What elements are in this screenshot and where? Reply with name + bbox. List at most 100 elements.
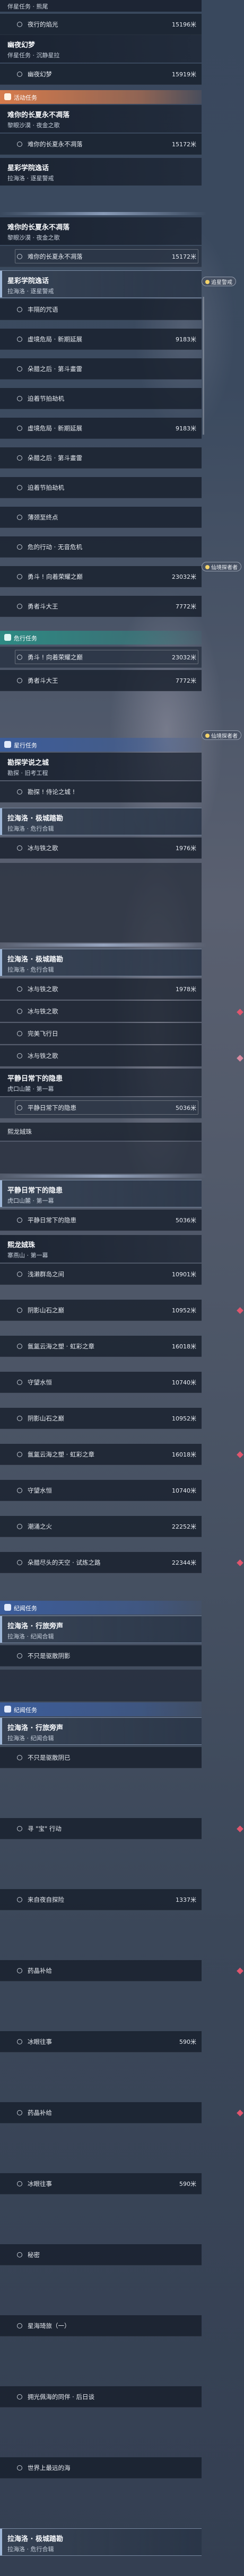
quest-title: 难你的长夏永不凋落: [7, 224, 70, 232]
subquest-label: 虚境危局 · 新期延展: [28, 336, 82, 343]
subquest-label: 勇斗 ! 向着荣耀之巅: [28, 573, 83, 580]
subquest-label: 平静日常下的隐患: [28, 1216, 76, 1224]
distance-label: 10740米: [172, 1379, 196, 1386]
subquest-label: 药晶补给: [28, 2109, 52, 2116]
quest-title-item[interactable]: 熙龙娀珠 寨燕山 · 第一幕: [0, 1235, 202, 1263]
subquest-row[interactable]: 冰与铁之歌: [0, 1045, 202, 1066]
quest-title-item-selected[interactable]: 拉海洛 · 极城踏勘 拉海洛 · 危行合辑: [0, 808, 202, 835]
subquest-row[interactable]: 浅濑群岛之间 10901米: [0, 1264, 202, 1285]
subquest-row[interactable]: 不只是驱散阴影: [0, 1645, 202, 1666]
track-chip[interactable]: 仙境探者者: [202, 730, 241, 740]
collapsed-quest-label: 熙龙娀珠: [7, 1128, 32, 1135]
subquest-row[interactable]: 冰眼往事 590米: [0, 2031, 202, 2052]
subquest-row[interactable]: 药晶补给: [0, 1960, 202, 1981]
subquest-row[interactable]: 完美飞行日: [0, 1023, 202, 1044]
circle-icon: [17, 1009, 22, 1014]
circle-icon: [17, 455, 22, 461]
subquest-row[interactable]: 平静日常下的隐患 5036米: [0, 1210, 202, 1231]
subquest-row[interactable]: 冰与铁之歌: [0, 1001, 202, 1022]
subquest-row-tracked[interactable]: 平静日常下的隐患 5036米: [0, 1097, 202, 1118]
subquest-row[interactable]: 勘探 ! 侍论之城 !: [0, 781, 202, 802]
subquest-row[interactable]: 虚境危局 · 新期延展 9183米: [0, 418, 202, 439]
circle-icon: [17, 1968, 22, 1973]
distance-label: 5036米: [176, 1217, 196, 1224]
subquest-row[interactable]: 朵腊尽头的天空 · 试炼之路 22344米: [0, 1552, 202, 1573]
header-label: 纪闻任务: [14, 1605, 37, 1612]
subquest-row[interactable]: 虚境危局 · 新期延展 9183米: [0, 329, 202, 350]
subquest-row[interactable]: 药晶补给: [0, 2102, 202, 2123]
subquest-label: 完美飞行日: [28, 1030, 58, 1037]
subquest-row[interactable]: 夜行的焰光 15196米: [0, 14, 202, 35]
quest-title-item-selected[interactable]: 星彩学院逸话 拉海洛 · 逐星警戒: [0, 270, 202, 298]
subquest-row[interactable]: 氤氲云海之塑 · 虹彩之章 16018米: [0, 1444, 202, 1465]
marker-diamond-icon: [237, 1451, 243, 1458]
circle-icon: [17, 1344, 22, 1349]
subquest-row[interactable]: 薄颈至终点: [0, 507, 202, 528]
activity-icon: [4, 93, 11, 100]
subquest-row[interactable]: 阴影山石之巅 10952米: [0, 1300, 202, 1321]
subquest-row[interactable]: 勇斗 ! 向着荣耀之巅 23032米: [0, 647, 202, 668]
subquest-row[interactable]: 冰眼往事 590米: [0, 2173, 202, 2194]
quest-title-item-selected[interactable]: 拉海洛 · 行旅旁声 拉海洛 · 纪闻合辑: [0, 1616, 202, 1643]
quest-title-item[interactable]: 平静日常下的隐患 虎口山麓 · 第一幕: [0, 1069, 202, 1096]
subquest-row[interactable]: 丰隔的咒语: [0, 299, 202, 320]
subquest-row[interactable]: 幽夜幻梦 15919米: [0, 64, 202, 85]
subquest-label: 守望水恒: [28, 1379, 52, 1386]
subquest-row[interactable]: 秘密: [0, 2244, 202, 2265]
selection-bar: [0, 271, 2, 297]
distance-label: 1976米: [176, 845, 196, 852]
track-chip[interactable]: 追星警戒: [202, 277, 236, 286]
scrollbar[interactable]: [203, 297, 204, 435]
collapsed-quest[interactable]: 熙龙娀珠: [0, 1123, 202, 1141]
track-chip[interactable]: 仙境探者者: [202, 562, 241, 571]
quest-title-item[interactable]: 星彩学院逸话 拉海洛 · 逐星警戒: [0, 158, 202, 186]
subquest-row[interactable]: 阴影山石之巅 10952米: [0, 1408, 202, 1429]
subquest-row[interactable]: 勇斗 ! 向着荣耀之巅 23032米: [0, 566, 202, 587]
subquest-label: 氤氲云海之塑 · 虹彩之章: [28, 1451, 94, 1458]
subquest-row[interactable]: 迫着节拍劫机: [0, 388, 202, 409]
subquest-row[interactable]: 勇者斗大王 7772米: [0, 670, 202, 691]
quest-title-item-selected[interactable]: 拉海洛 · 极城踏勘 拉海洛 · 危行合辑: [0, 949, 202, 976]
subquest-row[interactable]: 朵腊之后 · 第斗畫雷: [0, 447, 202, 469]
quest-subtitle: 拉海洛 · 逐星警戒: [7, 288, 54, 295]
subquest-row[interactable]: 星海琦旅（一）: [0, 2315, 202, 2336]
quest-title-item-selected[interactable]: 平静日常下的隐患 虎口山麓 · 第一幕: [0, 1180, 202, 1207]
subquest-row[interactable]: 来自夜自探险 1337米: [0, 1889, 202, 1910]
circle-icon: [17, 1308, 22, 1313]
quest-title-item-selected[interactable]: 拉海洛 · 极城踏勘 拉海洛 · 危行合辑: [0, 2528, 202, 2556]
subquest-row[interactable]: 不只是驱散阴已: [0, 1747, 202, 1768]
subquest-row[interactable]: 勇者斗大王 7772米: [0, 596, 202, 617]
subquest-row[interactable]: 氤氲云海之塑 · 虹彩之章 16018米: [0, 1336, 202, 1357]
quest-subtitle: 勘探 · 旧考工程: [7, 770, 48, 777]
subquest-row[interactable]: 守望水恒 10740米: [0, 1372, 202, 1393]
subquest-row[interactable]: 难你的长夏永不凋落 15172米: [0, 134, 202, 155]
subquest-row[interactable]: 冰与铁之歌 1978米: [0, 978, 202, 1000]
subquest-row[interactable]: 朵腊之后 · 第斗畫雷: [0, 358, 202, 380]
subquest-label: 难你的长夏永不凋落: [28, 140, 83, 148]
circle-icon: [17, 789, 22, 795]
selection-glow: [0, 943, 207, 947]
spacer-panel: [0, 1142, 202, 1174]
quest-title-item-selected[interactable]: 拉海洛 · 行旅旁声 拉海洛 · 纪闻合辑: [0, 1717, 202, 1745]
subquest-row-tracked[interactable]: 难你的长夏永不凋落 15172米: [0, 246, 202, 267]
subquest-label: 冰与铁之歌: [28, 1008, 58, 1015]
subquest-row[interactable]: 危的行动 · 无音危机: [0, 536, 202, 558]
subquest-row[interactable]: 冰与铁之歌 1976米: [0, 837, 202, 859]
subquest-row[interactable]: 拥光佩海的同伴 · 后日谈: [0, 2386, 202, 2407]
subquest-row[interactable]: 世界上最远的海: [0, 2457, 202, 2478]
subquest-row[interactable]: 寻 "宝" 行动: [0, 1818, 202, 1839]
subquest-row[interactable]: 迫着节拍劫机: [0, 477, 202, 498]
circle-icon: [17, 396, 22, 401]
circle-icon: [17, 366, 22, 372]
subquest-row[interactable]: 潮涌之火 22252米: [0, 1516, 202, 1537]
quest-title-item[interactable]: 幽夜幻梦 伴星任务 · 沉静星拉: [0, 35, 202, 63]
subquest-label: 迫着节拍劫机: [28, 395, 64, 402]
quest-title-item[interactable]: 难你的长夏永不凋落 黎眼沙漠 · 夜金之歌: [0, 105, 202, 133]
quest-title: 平静日常下的隐患: [7, 1187, 63, 1195]
selection-glow: [0, 212, 207, 215]
distance-label: 1978米: [176, 986, 196, 993]
subquest-label: 守望水恒: [28, 1487, 52, 1494]
subquest-row[interactable]: 守望水恒 10740米: [0, 1480, 202, 1501]
quest-title-item[interactable]: 难你的长夏永不凋落 黎眼沙漠 · 夜金之歌: [0, 217, 202, 245]
quest-title-item[interactable]: 勘探学说之城 勘探 · 旧考工程: [0, 753, 202, 780]
